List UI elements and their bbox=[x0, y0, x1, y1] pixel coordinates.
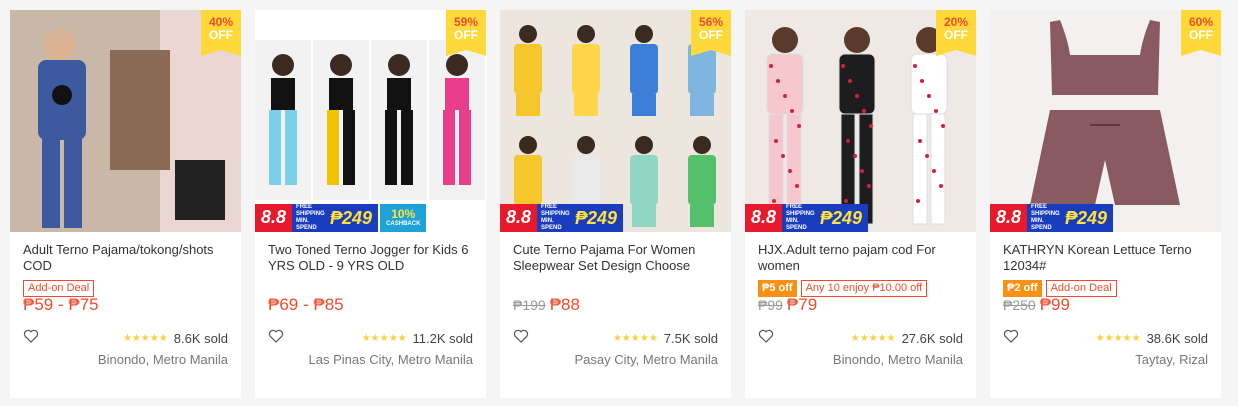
sold-count: 27.6K sold bbox=[901, 330, 963, 346]
add-on-deal-tag: Add-on Deal bbox=[23, 279, 95, 297]
free-shipping-amount: ₱249 bbox=[820, 207, 863, 228]
price-row: ₱99 ₱79 bbox=[758, 295, 817, 315]
cashback-percent: 10% bbox=[391, 207, 416, 221]
product-price: ₱59 - ₱75 bbox=[23, 295, 99, 314]
product-grid: 40% OFF Adult Terno Pajama/tokong/shots CO… bbox=[0, 0, 1238, 406]
add-on-deal-tag: Add-on Deal bbox=[1045, 279, 1117, 297]
free-shipping-amount: ₱249 bbox=[330, 207, 373, 228]
original-price: ₱99 bbox=[758, 297, 783, 313]
promo-banner: 8.8 FREE SHIPPING MIN. SPEND ₱249 bbox=[500, 204, 624, 232]
rating-stars: ★★★★★ bbox=[122, 332, 168, 344]
product-info: HJX.Adult terno pajam cod For women ₱5 of… bbox=[745, 232, 976, 398]
rating-stars: ★★★★★ bbox=[612, 332, 658, 344]
product-price: ₱79 bbox=[786, 295, 818, 314]
product-price: ₱69 - ₱85 bbox=[268, 295, 344, 314]
discount-badge: 56% OFF bbox=[691, 10, 731, 56]
promo-event-label: 8.8 bbox=[255, 204, 293, 232]
sold-count: 8.6K sold bbox=[173, 330, 228, 346]
seller-location: Taytay, Rizal bbox=[1135, 352, 1208, 367]
heart-outline-icon[interactable] bbox=[23, 328, 39, 349]
heart-outline-icon[interactable] bbox=[758, 328, 774, 349]
product-image[interactable]: 59% OFF 8.8 FREE SHIPPING MIN. SPEND ₱249 10%… bbox=[255, 10, 486, 232]
product-info: Two Toned Terno Jogger for Kids 6 YRS OL… bbox=[255, 232, 486, 398]
cashback-label: CASHBACK bbox=[386, 221, 421, 227]
product-info: KATHRYN Korean Lettuce Terno 12034# ₱2 of… bbox=[990, 232, 1221, 398]
promo-banner: 8.8 FREE SHIPPING MIN. SPEND ₱249 bbox=[745, 204, 869, 232]
meta-row: ★★★★★ 27.6K sold bbox=[758, 328, 963, 348]
meta-row: ★★★★★ 38.6K sold bbox=[1003, 328, 1208, 348]
free-shipping-text: FREE SHIPPING MIN. SPEND bbox=[786, 204, 815, 231]
product-image[interactable]: 20% OFF 8.8 FREE SHIPPING MIN. SPEND ₱249 bbox=[745, 10, 976, 232]
sold-count: 11.2K sold bbox=[412, 330, 473, 346]
discount-badge: 40% OFF bbox=[201, 10, 241, 56]
rating-stars: ★★★★★ bbox=[850, 332, 896, 344]
discount-off-label: OFF bbox=[944, 28, 968, 42]
discount-off-label: OFF bbox=[454, 28, 478, 42]
product-title[interactable]: Adult Terno Pajama/tokong/shots COD bbox=[23, 242, 228, 274]
cashback-badge: 10% CASHBACK bbox=[378, 204, 427, 232]
product-image[interactable]: 40% OFF bbox=[10, 10, 241, 232]
product-price: ₱88 bbox=[549, 295, 580, 314]
rating-stars: ★★★★★ bbox=[361, 332, 407, 344]
sold-count: 38.6K sold bbox=[1146, 330, 1208, 346]
free-shipping-text: FREE SHIPPING MIN. SPEND bbox=[296, 204, 325, 231]
original-price: ₱250 bbox=[1003, 297, 1036, 313]
heart-outline-icon[interactable] bbox=[268, 328, 284, 349]
discount-off-label: OFF bbox=[1189, 28, 1213, 42]
seller-location: Pasay City, Metro Manila bbox=[574, 352, 718, 367]
product-card[interactable]: 20% OFF 8.8 FREE SHIPPING MIN. SPEND ₱249 HJX… bbox=[745, 10, 976, 398]
free-shipping-amount: ₱249 bbox=[575, 207, 618, 228]
price-row: ₱59 - ₱75 bbox=[23, 295, 99, 315]
price-row: ₱199 ₱88 bbox=[513, 295, 580, 315]
free-shipping-text: FREE SHIPPING MIN. SPEND bbox=[541, 204, 570, 231]
discount-off-tag: ₱2 off bbox=[1003, 279, 1042, 297]
product-image[interactable]: 56% OFF 8.8 FREE SHIPPING MIN. SPEND ₱249 bbox=[500, 10, 731, 232]
product-info: Adult Terno Pajama/tokong/shots COD Add-o… bbox=[10, 232, 241, 398]
product-title[interactable]: Cute Terno Pajama For Women Sleepwear Se… bbox=[513, 242, 718, 274]
free-shipping-badge: FREE SHIPPING MIN. SPEND ₱249 bbox=[292, 204, 379, 232]
seller-location: Binondo, Metro Manila bbox=[832, 352, 963, 367]
bundle-deal-tag: Any 10 enjoy ₱10.00 off bbox=[800, 279, 928, 297]
promo-banner: 8.8 FREE SHIPPING MIN. SPEND ₱249 bbox=[990, 204, 1114, 232]
rating-stars: ★★★★★ bbox=[1095, 332, 1141, 344]
discount-off-tag: ₱5 off bbox=[758, 279, 797, 297]
product-info: Cute Terno Pajama For Women Sleepwear Se… bbox=[500, 232, 731, 398]
discount-off-label: OFF bbox=[699, 28, 723, 42]
product-card[interactable]: 60% OFF 8.8 FREE SHIPPING MIN. SPEND ₱249 KAT… bbox=[990, 10, 1221, 398]
product-card[interactable]: 59% OFF 8.8 FREE SHIPPING MIN. SPEND ₱249 10%… bbox=[255, 10, 486, 398]
meta-row: ★★★★★ 8.6K sold bbox=[23, 328, 228, 348]
price-row: ₱250 ₱99 bbox=[1003, 295, 1070, 315]
seller-location: Binondo, Metro Manila bbox=[97, 352, 228, 367]
product-card[interactable]: 56% OFF 8.8 FREE SHIPPING MIN. SPEND ₱249 Cut… bbox=[500, 10, 731, 398]
promo-event-label: 8.8 bbox=[745, 204, 783, 232]
product-image[interactable]: 60% OFF 8.8 FREE SHIPPING MIN. SPEND ₱249 bbox=[990, 10, 1221, 232]
discount-badge: 59% OFF bbox=[446, 10, 486, 56]
discount-badge: 60% OFF bbox=[1181, 10, 1221, 56]
product-card[interactable]: 40% OFF Adult Terno Pajama/tokong/shots CO… bbox=[10, 10, 241, 398]
discount-off-label: OFF bbox=[209, 28, 233, 42]
promo-event-label: 8.8 bbox=[500, 204, 538, 232]
product-title[interactable]: KATHRYN Korean Lettuce Terno 12034# bbox=[1003, 242, 1208, 274]
meta-row: ★★★★★ 11.2K sold bbox=[268, 328, 473, 348]
product-price: ₱99 bbox=[1039, 295, 1070, 314]
free-shipping-badge: FREE SHIPPING MIN. SPEND ₱249 bbox=[782, 204, 869, 232]
heart-outline-icon[interactable] bbox=[513, 328, 529, 349]
free-shipping-badge: FREE SHIPPING MIN. SPEND ₱249 bbox=[537, 204, 624, 232]
product-title[interactable]: HJX.Adult terno pajam cod For women bbox=[758, 242, 963, 274]
sold-count: 7.5K sold bbox=[663, 330, 718, 346]
seller-location: Las Pinas City, Metro Manila bbox=[308, 352, 474, 367]
free-shipping-amount: ₱249 bbox=[1065, 207, 1108, 228]
product-title[interactable]: Two Toned Terno Jogger for Kids 6 YRS OL… bbox=[268, 242, 473, 274]
free-shipping-text: FREE SHIPPING MIN. SPEND bbox=[1031, 204, 1060, 231]
meta-row: ★★★★★ 7.5K sold bbox=[513, 328, 718, 348]
discount-badge: 20% OFF bbox=[936, 10, 976, 56]
heart-outline-icon[interactable] bbox=[1003, 328, 1019, 349]
free-shipping-badge: FREE SHIPPING MIN. SPEND ₱249 bbox=[1027, 204, 1114, 232]
original-price: ₱199 bbox=[513, 297, 546, 313]
price-row: ₱69 - ₱85 bbox=[268, 295, 344, 315]
promo-banner: 8.8 FREE SHIPPING MIN. SPEND ₱249 10% CASHBA… bbox=[255, 204, 427, 232]
promo-event-label: 8.8 bbox=[990, 204, 1028, 232]
